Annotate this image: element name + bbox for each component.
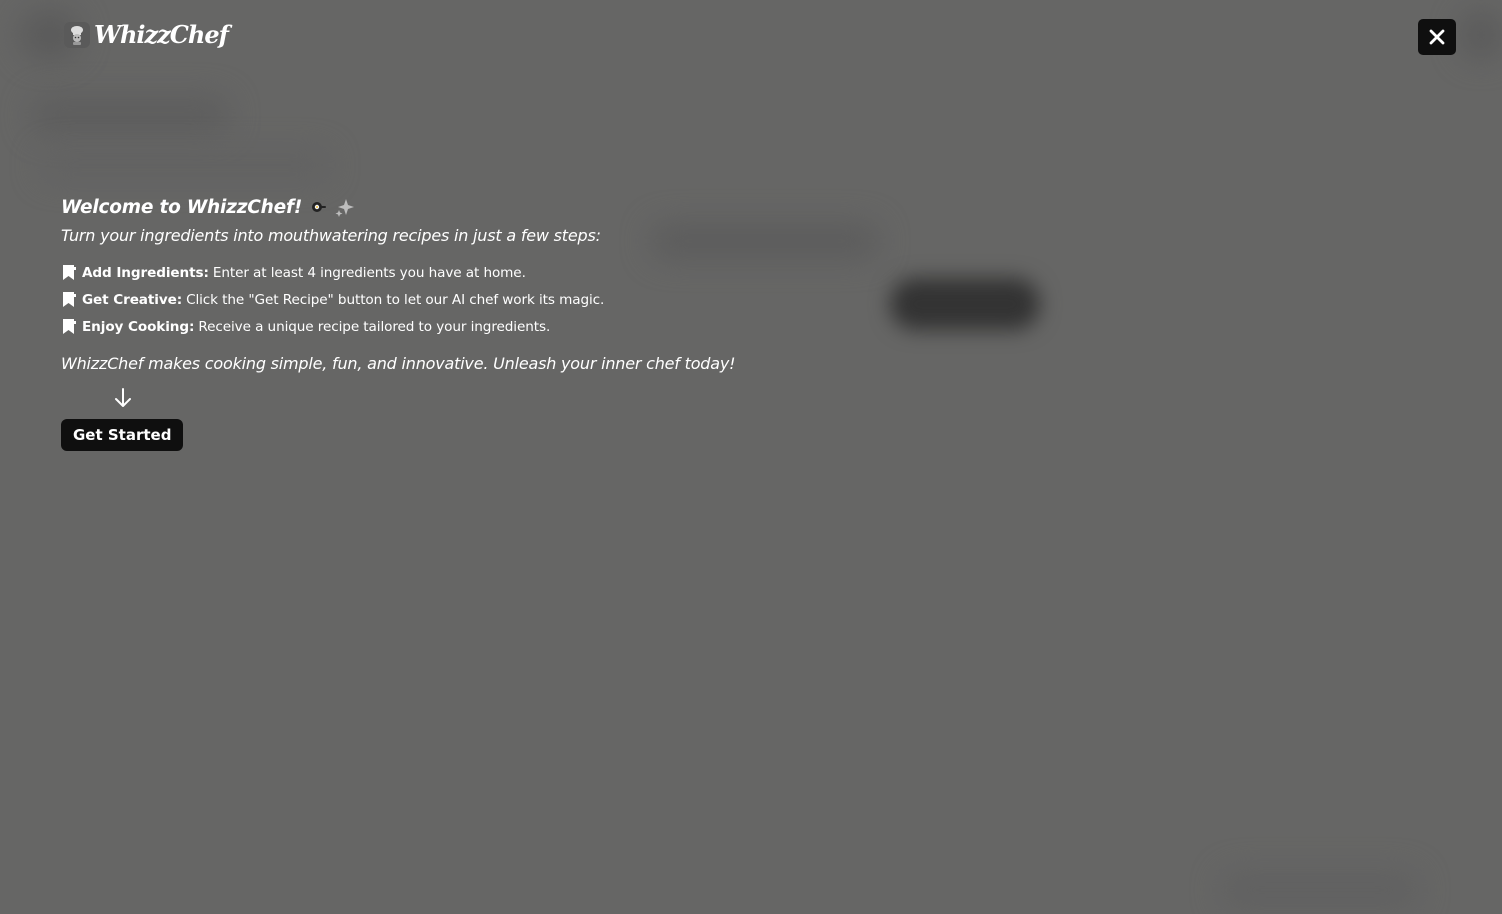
blurred-background-text <box>40 150 330 180</box>
step-text: Receive a unique recipe tailored to your… <box>198 318 551 335</box>
step-title: Add Ingredients: <box>82 264 209 281</box>
list-item: Add Ingredients: Enter at least 4 ingred… <box>61 259 821 286</box>
steps-list: Add Ingredients: Enter at least 4 ingred… <box>61 259 821 340</box>
list-item: Enjoy Cooking: Receive a unique recipe t… <box>61 313 821 340</box>
sparkles-icon <box>334 197 356 217</box>
chef-logo-icon <box>64 21 90 48</box>
welcome-heading: Welcome to WhizzChef! <box>61 194 821 220</box>
blurred-background-menu <box>1460 10 1502 60</box>
welcome-subtitle: Turn your ingredients into mouthwatering… <box>61 226 601 245</box>
blurred-background-footer <box>1220 870 1420 910</box>
app-logo[interactable]: WhizzChef <box>94 20 229 49</box>
app-header: WhizzChef <box>64 20 229 49</box>
bookmark-icon <box>61 291 77 309</box>
step-text: Click the "Get Recipe" button to let our… <box>186 291 605 308</box>
list-item: Get Creative: Click the "Get Recipe" but… <box>61 286 821 313</box>
step-text: Enter at least 4 ingredients you have at… <box>212 264 526 281</box>
close-icon <box>1429 29 1445 45</box>
welcome-tagline: WhizzChef makes cooking simple, fun, and… <box>61 354 736 373</box>
blurred-background-button <box>890 278 1040 330</box>
get-started-button[interactable]: Get Started <box>61 419 184 451</box>
step-title: Enjoy Cooking: <box>82 318 195 335</box>
welcome-title: Welcome to WhizzChef! <box>61 196 303 218</box>
arrow-down-icon <box>113 387 133 409</box>
welcome-panel: Welcome to WhizzChef! Turn your ingredie… <box>61 194 821 451</box>
bookmark-icon <box>61 264 77 282</box>
close-button[interactable] <box>1418 19 1456 55</box>
welcome-overlay: WhizzChef Welcome to WhizzChef! Turn you… <box>0 0 1502 914</box>
cooking-icon <box>310 199 327 215</box>
blurred-background-heading <box>30 95 230 135</box>
step-title: Get Creative: <box>82 291 183 308</box>
bookmark-icon <box>61 318 77 336</box>
